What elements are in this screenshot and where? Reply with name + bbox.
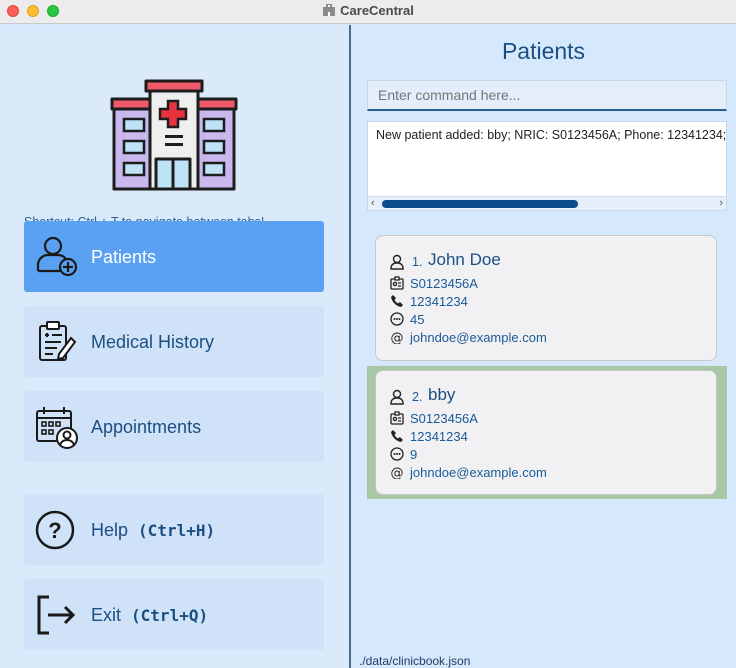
patient-email: johndoe@example.com	[410, 465, 547, 480]
patient-age: 9	[410, 447, 418, 462]
id-card-icon	[390, 276, 404, 290]
patient-index: 1.	[412, 255, 423, 269]
svg-text:@: @	[391, 466, 404, 479]
horizontal-scrollbar[interactable]: ‹ ›	[368, 196, 726, 210]
main-panel: Patients New patient added: bby; NRIC: S…	[351, 25, 736, 668]
sidebar-item-patients[interactable]: Patients	[24, 221, 324, 292]
app-hospital-icon	[323, 4, 336, 16]
hospital-logo-icon	[110, 79, 238, 191]
patient-email: johndoe@example.com	[410, 330, 547, 345]
sidebar-item-label: Patients	[91, 247, 157, 267]
scroll-left-arrow-icon[interactable]: ‹	[371, 197, 375, 210]
sidebar-item-appointments[interactable]: Appointments	[24, 391, 324, 462]
list-item[interactable]: 1. John Doe S0123456A 12341234 45 @ john…	[367, 231, 727, 364]
phone-icon	[391, 295, 403, 307]
svg-text:?: ?	[48, 518, 61, 543]
exit-text: Exit	[91, 605, 122, 625]
exit-icon	[37, 595, 76, 635]
age-badge-icon	[390, 447, 404, 461]
at-sign-icon: @	[391, 466, 404, 479]
title-bar: CareCentral	[0, 0, 736, 24]
list-item[interactable]: 2. bby S0123456A 12341234 9 @ johndoe@ex…	[367, 366, 727, 499]
patient-nric: S0123456A	[410, 276, 478, 291]
svg-text:@: @	[391, 331, 404, 344]
scroll-right-arrow-icon[interactable]: ›	[719, 197, 723, 210]
command-input[interactable]	[367, 80, 727, 111]
patient-nric: S0123456A	[410, 411, 478, 426]
patient-card[interactable]: 1. John Doe S0123456A 12341234 45 @ john…	[375, 235, 717, 361]
scrollbar-thumb[interactable]	[382, 200, 578, 208]
sidebar-item-label: Appointments	[91, 417, 202, 437]
patient-name: John Doe	[428, 250, 501, 269]
window-title-area: CareCentral	[0, 3, 736, 18]
help-text: Help	[91, 520, 129, 540]
sidebar: Shortcut: Ctrl + T to navigate between t…	[0, 25, 349, 668]
sidebar-item-medical-history[interactable]: Medical History	[24, 306, 324, 377]
patient-card[interactable]: 2. bby S0123456A 12341234 9 @ johndoe@ex…	[375, 370, 717, 495]
status-bar-path: ./data/clinicbook.json	[359, 654, 471, 668]
help-question-icon: ?	[35, 510, 75, 550]
person-icon	[390, 389, 404, 405]
at-sign-icon: @	[391, 331, 404, 344]
window-title: CareCentral	[340, 3, 414, 18]
patient-age: 45	[410, 312, 425, 327]
calendar-doctor-icon	[36, 407, 78, 449]
help-label: Help (Ctrl+H)	[91, 520, 215, 541]
patient-add-icon	[36, 236, 78, 277]
patient-name: bby	[428, 385, 456, 404]
patient-index: 2.	[412, 390, 423, 404]
patient-phone: 12341234	[410, 429, 468, 444]
exit-button[interactable]: Exit (Ctrl+Q)	[24, 579, 324, 650]
sidebar-item-label: Medical History	[91, 332, 215, 352]
person-icon	[390, 254, 404, 270]
patient-phone: 12341234	[410, 294, 468, 309]
result-text: New patient added: bby; NRIC: S0123456A;…	[376, 128, 727, 142]
exit-shortcut: (Ctrl+Q)	[131, 606, 209, 625]
help-shortcut: (Ctrl+H)	[138, 521, 216, 540]
page-title: Patients	[501, 38, 586, 64]
id-card-icon	[390, 411, 404, 425]
clipboard-icon	[39, 321, 77, 361]
phone-icon	[391, 430, 403, 442]
exit-label: Exit (Ctrl+Q)	[91, 605, 208, 626]
help-button[interactable]: ? Help (Ctrl+H)	[24, 494, 324, 565]
age-badge-icon	[390, 312, 404, 326]
result-display[interactable]: New patient added: bby; NRIC: S0123456A;…	[367, 121, 727, 211]
